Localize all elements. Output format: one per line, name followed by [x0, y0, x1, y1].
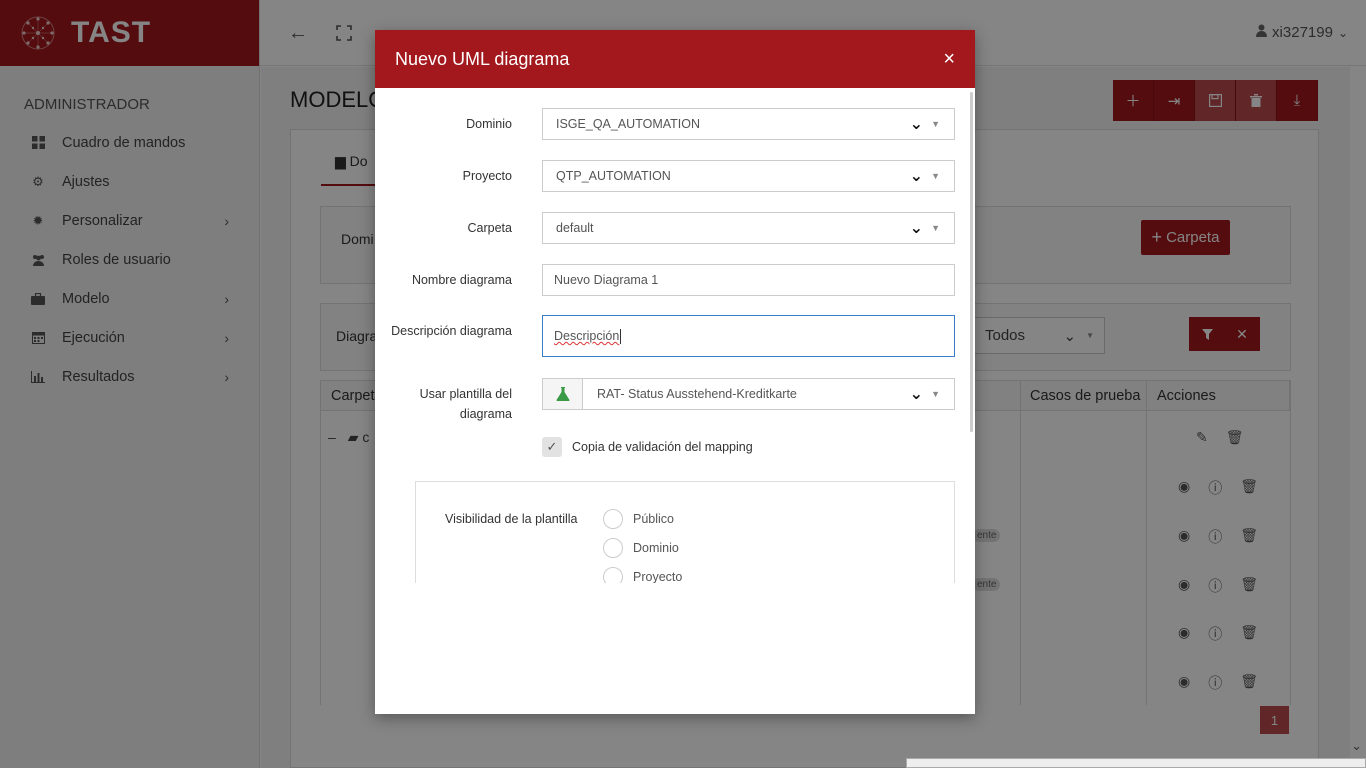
caret-down-icon: ▼	[931, 389, 940, 399]
nombre-label: Nombre diagrama	[411, 273, 512, 287]
caret-down-icon: ▼	[931, 171, 940, 181]
caret-down-icon: ▼	[931, 119, 940, 129]
field-row-proyecto: Proyecto QTP_AUTOMATION ⌄ ▼	[375, 160, 955, 192]
bottom-panel-edge	[906, 758, 1366, 768]
carpeta-select-value: default	[556, 221, 594, 235]
field-row-descripcion: Descripción diagrama Descripción	[375, 315, 955, 357]
chevron-down-icon: ⌄	[909, 220, 924, 237]
chevron-down-icon: ⌄	[909, 168, 924, 185]
chevron-down-icon: ⌄	[909, 116, 924, 133]
field-row-nombre: Nombre diagrama	[375, 264, 955, 296]
visibility-panel: Visibilidad de la plantilla Público Domi…	[415, 481, 955, 583]
carpeta-select[interactable]: default ⌄ ▼	[542, 212, 955, 244]
caret-down-icon: ▼	[931, 223, 940, 233]
chevron-down-icon: ⌄	[909, 386, 924, 403]
nombre-diagrama-input[interactable]	[542, 264, 955, 296]
scroll-down-icon[interactable]: ⌄	[1351, 738, 1362, 754]
descripcion-diagrama-input[interactable]: Descripción	[542, 315, 955, 357]
visibility-label: Visibilidad de la plantilla	[445, 512, 578, 526]
radio-proyecto[interactable]: Proyecto	[603, 567, 682, 583]
field-row-dominio: Dominio ISGE_QA_AUTOMATION ⌄ ▼	[375, 108, 955, 140]
plantilla-select-value: RAT- Status Ausstehend-Kreditkarte	[597, 387, 797, 401]
radio-label: Público	[633, 512, 674, 526]
descripcion-value: Descripción	[554, 329, 620, 343]
radio-button[interactable]	[603, 567, 623, 583]
modal-scrollbar[interactable]	[970, 92, 973, 432]
copy-mapping-row: ✓ Copia de validación del mapping	[542, 437, 753, 457]
proyecto-select[interactable]: QTP_AUTOMATION ⌄ ▼	[542, 160, 955, 192]
modal-title: Nuevo UML diagrama	[395, 48, 570, 69]
radio-button[interactable]	[603, 538, 623, 558]
plantilla-label: Usar plantilla del diagrama	[420, 384, 512, 424]
dominio-select[interactable]: ISGE_QA_AUTOMATION ⌄ ▼	[542, 108, 955, 140]
plantilla-select[interactable]: RAT- Status Ausstehend-Kreditkarte ⌄ ▼	[542, 378, 955, 410]
proyecto-label: Proyecto	[462, 169, 512, 183]
close-icon[interactable]: ×	[943, 49, 955, 69]
dominio-label: Dominio	[466, 117, 512, 131]
radio-dominio[interactable]: Dominio	[603, 538, 679, 558]
dominio-select-value: ISGE_QA_AUTOMATION	[556, 117, 701, 131]
plantilla-label-line2: diagrama	[459, 407, 512, 421]
descripcion-label: Descripción diagrama	[391, 324, 512, 338]
modal-header: Nuevo UML diagrama ×	[375, 30, 975, 88]
copy-mapping-label: Copia de validación del mapping	[572, 440, 753, 454]
field-row-plantilla: Usar plantilla del diagrama RAT- Status …	[375, 378, 955, 422]
text-cursor	[620, 328, 622, 344]
copy-mapping-checkbox[interactable]: ✓	[542, 437, 562, 457]
flask-icon	[543, 379, 583, 409]
radio-label: Dominio	[633, 541, 679, 555]
radio-button[interactable]	[603, 509, 623, 529]
proyecto-select-value: QTP_AUTOMATION	[556, 169, 671, 183]
new-uml-diagram-modal: Nuevo UML diagrama × Dominio ISGE_QA_AUT…	[375, 30, 975, 714]
plantilla-label-line1: Usar plantilla del	[419, 387, 512, 401]
radio-label: Proyecto	[633, 570, 683, 583]
radio-publico[interactable]: Público	[603, 509, 674, 529]
field-row-carpeta: Carpeta default ⌄ ▼	[375, 212, 955, 244]
carpeta-label: Carpeta	[467, 221, 512, 235]
modal-footer	[375, 583, 975, 714]
modal-body: Dominio ISGE_QA_AUTOMATION ⌄ ▼ Proyecto …	[375, 88, 975, 583]
